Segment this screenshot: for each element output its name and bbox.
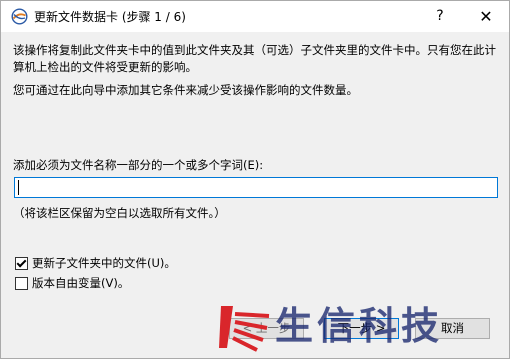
text-caret (18, 180, 19, 195)
title-bar[interactable]: 更新文件数据卡 (步骤 1 / 6) ? ✕ (1, 1, 509, 32)
description-text: 该操作将复制此文件夹卡中的值到此文件夹及其（可选）子文件夹里的文件卡中。只有您在… (13, 43, 496, 74)
free-variables-label: 版本自由变量(V)。 (32, 276, 130, 290)
filename-words-label: 添加必须为文件名称一部分的一个或多个字词(E): (13, 158, 264, 172)
help-button[interactable]: ? (417, 1, 463, 32)
description-text-2: 您可通过在此向导中添加其它条件来减少受该操作影响的文件数量。 (13, 83, 358, 97)
update-subfolders-checkbox[interactable] (15, 256, 28, 270)
next-button[interactable]: 下一步 > (324, 318, 399, 339)
window-title: 更新文件数据卡 (步骤 1 / 6) (34, 10, 186, 24)
update-data-card-dialog: 更新文件数据卡 (步骤 1 / 6) ? ✕ 该操作将复制此文件夹卡中的值到此文… (0, 0, 510, 359)
hint-text: （将该栏区保留为空白以选取所有文件。） (13, 206, 226, 220)
wizard-content: 该操作将复制此文件夹卡中的值到此文件夹及其（可选）子文件夹里的文件卡中。只有您在… (1, 32, 509, 358)
filename-words-input[interactable] (14, 177, 498, 198)
free-variables-checkbox[interactable] (15, 276, 28, 290)
update-subfolders-label: 更新子文件夹中的文件(U)。 (32, 256, 176, 270)
update-subfolders-option[interactable]: 更新子文件夹中的文件(U)。 (15, 255, 176, 271)
wizard-globe-icon (11, 8, 28, 25)
free-variables-option[interactable]: 版本自由变量(V)。 (15, 275, 129, 291)
close-button[interactable]: ✕ (463, 1, 509, 32)
cancel-button[interactable]: 取消 (415, 318, 490, 339)
back-button[interactable]: < 上一步 (229, 318, 304, 339)
